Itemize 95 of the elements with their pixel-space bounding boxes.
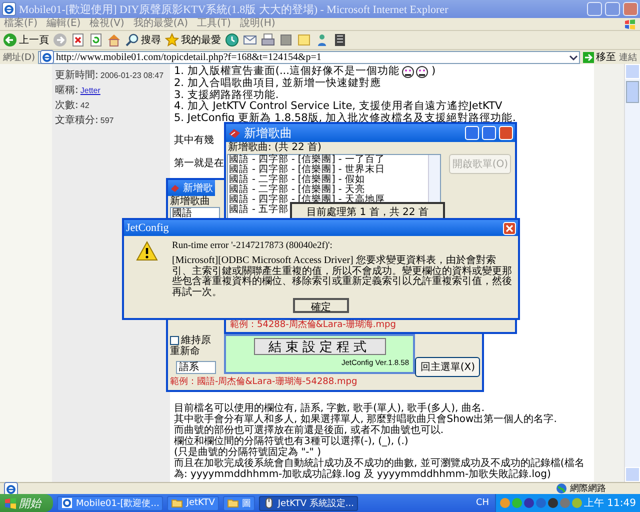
song-row[interactable]: 國語 - 四字部 - [信樂團] - 一了百了	[228, 155, 385, 165]
windows-logo-icon	[5, 498, 16, 508]
song-row[interactable]: 國語 - 二字部 - [信樂團] - 天亮	[228, 185, 365, 195]
warning-icon	[136, 241, 158, 261]
count-label: 新增歌曲: (共 22 首)	[227, 142, 322, 154]
body-text: (只是曲號的分隔符號固定為 "-" )	[174, 447, 321, 458]
zone-label: 網際網路	[570, 482, 606, 495]
body-text: 而且在加歌完成後系統會自動統計成功及不成功的曲數, 並可瀏覽成功及不成功的記錄檔(檔名為: yyyymmddhhmm-加歌成功記錄.log 及 yyyymmddhhmm-加歌失敗記錄.log)	[174, 458, 586, 480]
window-title: Mobile01-[歡迎使用] DIY原聲原影KTV系統(1.8版 大大的登場) - Microsoft Internet Explorer	[19, 2, 450, 16]
app-icon	[228, 127, 241, 139]
example-text: 範例：54288-周杰倫&Lara-珊瑚海.mpg	[230, 320, 396, 330]
links-label[interactable]: 連結	[619, 50, 637, 64]
window-title: 新增歌曲	[244, 124, 292, 142]
taskbar-button[interactable]: JetKTV 系統設定...	[258, 496, 358, 510]
meta-label: 次數:	[55, 99, 78, 112]
scrollbar[interactable]	[624, 64, 640, 482]
menu-item[interactable]: 我的最愛(A)	[133, 18, 188, 30]
taskbar-button[interactable]: Mobile01-[歡迎使...	[57, 496, 164, 510]
menu-item[interactable]: 檔案(F)	[4, 18, 38, 30]
language-indicator[interactable]: CH	[476, 498, 489, 508]
mail-icon[interactable]	[243, 33, 257, 47]
body-text: 而曲號的部份也可選擇放在前還是後面, 或者不加曲號也可以.	[174, 425, 445, 436]
group-label: 重新命	[170, 346, 200, 357]
meta-link[interactable]: Jetter	[80, 86, 100, 95]
go-button[interactable]: 移至	[583, 50, 616, 64]
menu-item[interactable]: 工具(T)	[197, 18, 231, 30]
error-message: [Microsoft][ODBC Microsoft Access Driver] 您要求變更資料表，由於會對索引、主索引鍵或關聯產生重複的值，所以不會成功。變更欄位的資料或變更那些包含著重複資料的欄位、移除索引或重新定義索引以允許重複索引值，然後再試一次。	[172, 256, 512, 298]
language-field[interactable]: 語系	[176, 360, 216, 374]
body-text: 其中有幾	[174, 134, 214, 147]
history-icon[interactable]	[225, 33, 239, 47]
back-button[interactable]: 上一頁	[3, 33, 49, 47]
example-text: 範例：國語-周杰倫&Lara-珊瑚海-54288.mpg	[170, 377, 358, 388]
search-icon	[125, 33, 139, 47]
address-label: 網址(D)	[3, 52, 35, 64]
address-field[interactable]: http://www.mobile01.com/topicdetail.php?f=168&t=124154&p=1	[38, 50, 580, 64]
page-icon	[4, 482, 18, 496]
home-icon[interactable]	[107, 33, 121, 47]
meta-label: 文章積分:	[55, 114, 98, 127]
checkbox[interactable]	[170, 336, 179, 345]
favorites-button[interactable]: 我的最愛	[165, 33, 221, 47]
main-menu-button[interactable]: 回主選單(X)	[415, 357, 480, 377]
start-button[interactable]: 開始	[0, 494, 53, 512]
checkbox-label: 維持原	[181, 335, 211, 346]
menu-item[interactable]: 說明(H)	[240, 18, 276, 30]
body-text: 其中歌手會分有單人和多人, 如果選擇單人, 那麼對唱歌曲只會Show出第一個人的名字.	[174, 414, 558, 425]
folder-icon	[171, 497, 184, 509]
body-text: 欄位和欄位間的分隔符號也有3種可以選擇(-), (_), (.)	[174, 436, 410, 447]
maximize-button[interactable]	[605, 2, 620, 16]
note-icon[interactable]	[297, 33, 311, 47]
globe-icon	[556, 483, 567, 494]
list-text: 5. JetConfig 更新為 1.8.58版, 加入批次修改檔名及支援絕對路徑功能.	[174, 112, 516, 124]
window-title: JetConfig	[126, 222, 169, 234]
body-text: 目前檔名可以使用的欄位有, 語系, 字數, 歌手(單人), 歌手(多人), 曲名.	[174, 403, 486, 414]
meta-value: 2006-01-23 08:47	[100, 71, 164, 80]
meta-label: 暱稱:	[55, 84, 78, 97]
taskbar-button[interactable]: JetKTV	[167, 496, 219, 510]
meta-value: 42	[80, 101, 90, 110]
book-icon[interactable]	[333, 33, 347, 47]
error-code: Run-time error '-2147217873 (80040e2f)':	[172, 241, 334, 251]
stop-icon[interactable]	[71, 33, 85, 47]
clock: 上午 11:49	[584, 496, 636, 510]
messenger-icon[interactable]	[315, 33, 329, 47]
list-text: 1. 加入版權宣告畫面(...這個好像不是一個功能	[174, 66, 400, 78]
body-text: 第一就是在	[174, 156, 224, 170]
print-icon[interactable]	[261, 33, 275, 47]
list-text: 4. 加入 JetKTV Control Service Lite, 支援使用者自遠方遙控JetKTV	[174, 101, 502, 112]
mouse-icon	[262, 497, 275, 509]
search-button[interactable]: 搜尋	[125, 33, 161, 47]
exit-button[interactable]: 結束設定程式	[254, 338, 386, 355]
windows-logo-icon	[624, 18, 636, 30]
refresh-icon[interactable]	[89, 33, 103, 47]
menu-item[interactable]: 編輯(E)	[46, 18, 81, 30]
menu-item[interactable]: 檢視(V)	[90, 18, 124, 30]
song-row[interactable]: 國語 - 二字部 - [信樂團] - 假如	[228, 175, 365, 185]
meta-value: 597	[100, 116, 114, 125]
folder-icon	[226, 497, 239, 509]
meta-label: 更新時間:	[55, 68, 98, 82]
song-row[interactable]: 國語 - 五字部	[228, 205, 288, 215]
edit-icon[interactable]	[279, 33, 293, 47]
close-button[interactable]	[623, 2, 638, 16]
count-label: 新增歌曲	[169, 196, 210, 207]
song-row[interactable]: 國語 - 四字部 - [信樂團] - 世界末日	[228, 165, 385, 175]
list-text: 3. 支援網路路徑功能.	[174, 90, 279, 100]
ok-button[interactable]: 確定	[293, 298, 349, 313]
list-text: )	[431, 66, 436, 78]
minimize-button[interactable]	[587, 2, 602, 16]
star-icon	[165, 33, 179, 47]
browser-icon	[2, 2, 16, 16]
taskbar-button[interactable]: 圖	[222, 496, 255, 510]
page-icon	[40, 50, 54, 64]
app-icon	[170, 183, 180, 193]
back-arrow-icon	[3, 33, 17, 47]
browser-icon	[61, 497, 73, 509]
list-text: 2. 加入合唱歌曲項目, 並新增一快速鍵對應	[174, 78, 382, 89]
window-title: 新增歌	[183, 182, 213, 195]
